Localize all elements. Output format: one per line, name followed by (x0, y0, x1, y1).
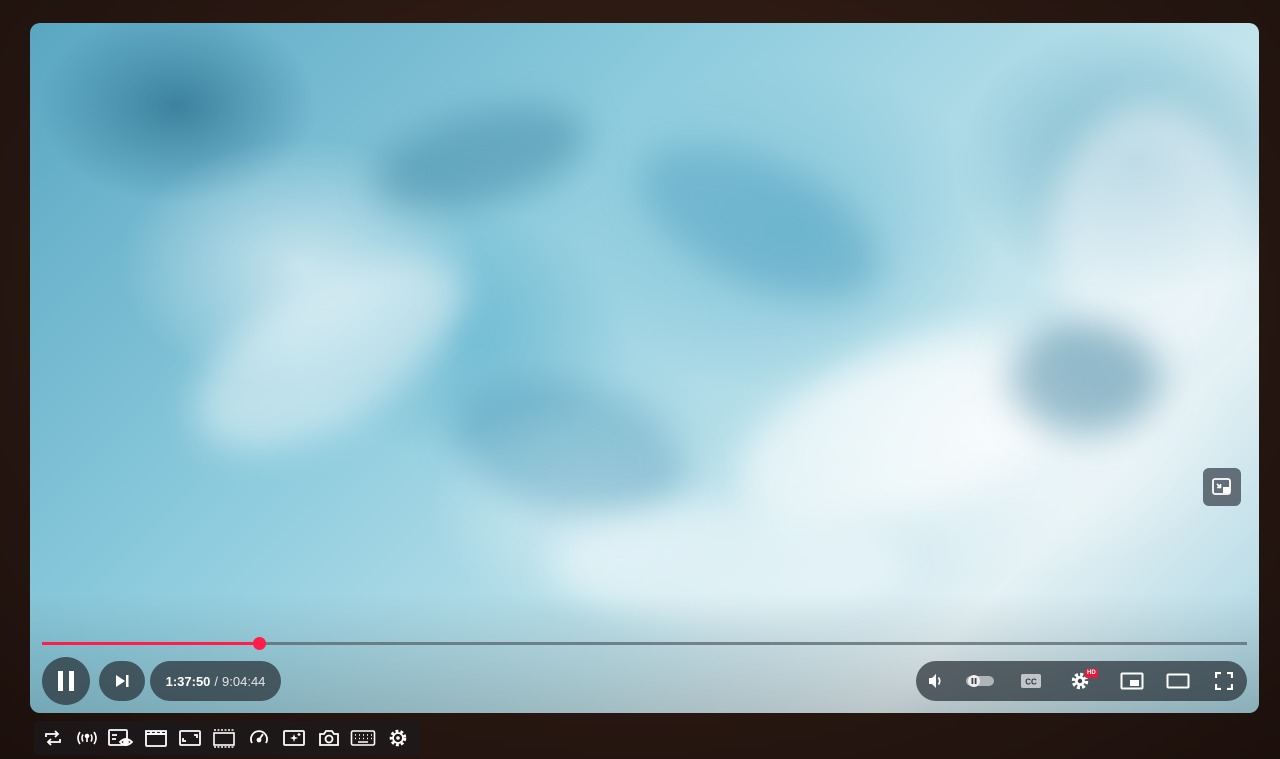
current-time: 1:37:50 (165, 673, 211, 689)
progress-scrubber-handle[interactable] (252, 637, 266, 650)
aspect-ratio-icon (178, 728, 202, 748)
cc-icon: CC (1020, 673, 1042, 689)
camera-icon (318, 728, 340, 748)
fullscreen-icon (1215, 672, 1233, 690)
progress-bar[interactable] (42, 637, 1247, 650)
speed-button[interactable] (246, 726, 272, 750)
broadcast-icon (74, 728, 100, 748)
captions-button[interactable]: CC (1014, 661, 1048, 701)
pause-button[interactable] (42, 657, 90, 705)
frame-button[interactable] (210, 726, 238, 750)
fullscreen-button[interactable] (1206, 661, 1242, 701)
volume-button[interactable] (922, 661, 950, 701)
gear-icon (388, 728, 408, 748)
keyboard-shortcuts-button[interactable] (348, 726, 378, 750)
cinema-button[interactable] (142, 726, 170, 750)
toolbar-settings-button[interactable] (386, 726, 410, 750)
loop-icon (43, 728, 63, 748)
next-button[interactable] (99, 661, 145, 701)
time-display: 1:37:50 / 9:04:44 (150, 661, 281, 701)
gear-icon: HD (1070, 669, 1098, 691)
theater-mode-button[interactable] (1160, 661, 1196, 701)
frame-icon (212, 728, 236, 748)
skip-next-icon (114, 673, 130, 689)
miniplayer-button[interactable] (1114, 661, 1150, 701)
keyboard-icon (350, 729, 376, 747)
miniplayer-overlay-button[interactable] (1203, 468, 1241, 506)
right-controls: CC HD (916, 661, 1247, 701)
broadcast-button[interactable] (72, 726, 102, 750)
miniplayer-icon (1211, 476, 1233, 498)
hd-badge: HD (1085, 669, 1098, 678)
video-player[interactable]: 1:37:50 / 9:04:44 CC HD (30, 23, 1259, 713)
aspect-ratio-button[interactable] (176, 726, 204, 750)
clapperboard-icon (144, 728, 168, 748)
pause-icon (56, 670, 76, 692)
time-separator: / (214, 673, 219, 689)
theater-mode-icon (1166, 673, 1190, 689)
total-duration: 9:04:44 (222, 673, 266, 689)
screenshot-button[interactable] (316, 726, 342, 750)
volume-icon (927, 672, 945, 690)
autoplay-toggle-icon (965, 674, 995, 688)
watch-mode-icon (107, 727, 135, 749)
enhance-button[interactable] (280, 726, 308, 750)
settings-button[interactable]: HD (1062, 661, 1098, 701)
loop-button[interactable] (40, 726, 66, 750)
autoplay-toggle[interactable] (962, 661, 998, 701)
miniplayer-icon (1120, 672, 1144, 690)
enhance-icon (282, 728, 306, 748)
progress-played (42, 642, 259, 645)
svg-text:CC: CC (1025, 678, 1037, 687)
speedometer-icon (248, 727, 270, 749)
watch-mode-button[interactable] (106, 726, 136, 750)
extension-toolbar (34, 721, 420, 755)
